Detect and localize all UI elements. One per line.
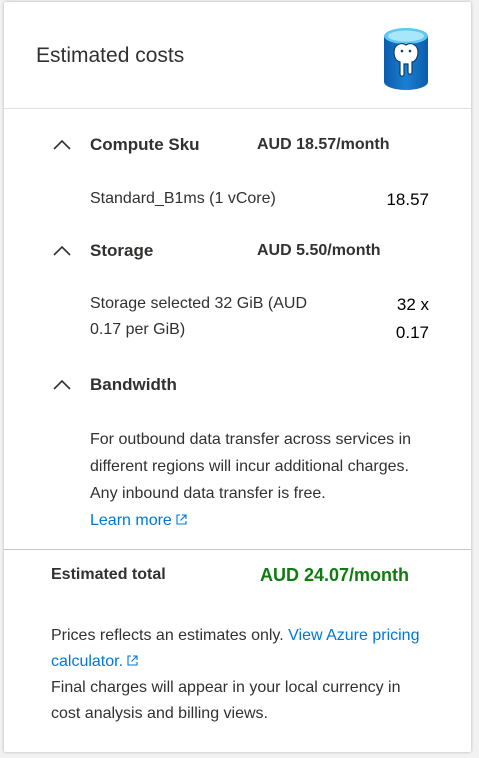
chevron-up-icon[interactable] <box>52 245 72 257</box>
panel-title: Estimated costs <box>36 44 185 67</box>
chevron-up-icon[interactable] <box>52 379 72 391</box>
compute-item-value: 18.57 <box>386 190 429 209</box>
section-cost-storage: AUD 5.50/month <box>257 242 381 259</box>
storage-item-value-line2: 0.17 <box>395 323 429 342</box>
chevron-up-icon[interactable] <box>52 139 72 151</box>
external-link-icon <box>176 514 187 525</box>
bandwidth-description: For outbound data transfer across servic… <box>90 426 420 534</box>
compute-item-label: Standard_B1ms (1 vCore) <box>90 190 276 207</box>
footer-billing-text: Final charges will appear in your local … <box>51 679 401 722</box>
footer-note-text: Prices reflects an estimates only. <box>51 627 284 644</box>
section-title-storage[interactable]: Storage <box>90 241 153 261</box>
storage-item-label-line1: Storage selected 32 GiB (AUD <box>90 295 307 312</box>
estimated-total-value: AUD 24.07/month <box>260 565 410 585</box>
footer-note: Prices reflects an estimates only. View … <box>51 623 431 727</box>
section-title-compute[interactable]: Compute Sku <box>90 135 200 155</box>
section-title-bandwidth[interactable]: Bandwidth <box>90 375 177 395</box>
estimated-total-label: Estimated total <box>51 566 166 583</box>
estimated-costs-panel: Estimated costs Compute Sku AUD 18.57/mo… <box>4 2 471 752</box>
panel-header: Estimated costs <box>4 2 471 109</box>
storage-item-value-line1: 32 x <box>396 295 429 314</box>
bandwidth-description-text: For outbound data transfer across servic… <box>90 431 412 502</box>
postgresql-database-icon <box>384 28 428 90</box>
divider <box>4 549 471 550</box>
learn-more-link[interactable]: Learn more <box>90 512 188 529</box>
external-link-icon <box>127 655 138 666</box>
section-cost-compute: AUD 18.57/month <box>257 136 390 153</box>
storage-item-label-line2: 0.17 per GiB) <box>90 321 186 338</box>
